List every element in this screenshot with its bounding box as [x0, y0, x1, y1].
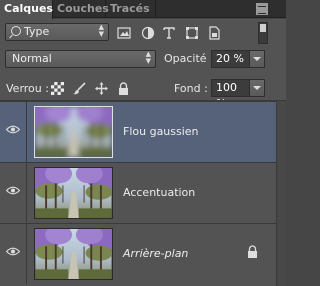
layer-name: Arrière-plan	[123, 247, 189, 260]
adjustment-filter-icon[interactable]	[141, 26, 155, 40]
layers-panel: Type ▲ ▼ Normal ▲ ▼ Opacité : 20 % Verrou …	[0, 19, 286, 286]
tab-calques[interactable]: Calques	[0, 0, 53, 19]
shape-filter-icon[interactable]	[185, 26, 199, 40]
select-arrows-icon: ▲ ▼	[145, 50, 151, 65]
layer-row-accentuation[interactable]: Accentuation	[0, 162, 276, 223]
blend-mode-value: Normal	[12, 52, 52, 65]
layers-scrollbar[interactable]	[276, 101, 286, 286]
tab-traces[interactable]: Tracés	[106, 0, 156, 18]
layer-row-flou-gaussien[interactable]: Flou gaussien	[0, 101, 276, 162]
visibility-column	[0, 224, 27, 284]
eye-icon[interactable]	[6, 186, 20, 195]
text-filter-icon[interactable]	[162, 26, 176, 40]
tab-couches[interactable]: Couches	[53, 0, 109, 18]
search-icon	[11, 26, 21, 36]
eye-icon[interactable]	[6, 125, 20, 134]
filter-toggle-knob	[260, 24, 266, 32]
lock-icon	[248, 245, 257, 258]
layer-thumbnail	[34, 228, 113, 280]
smart-object-filter-icon[interactable]	[207, 26, 221, 40]
fill-label: Fond :	[174, 82, 208, 95]
fill-input[interactable]: 100 %	[211, 79, 250, 110]
layer-name: Flou gaussien	[123, 125, 199, 138]
layer-name: Accentuation	[123, 186, 196, 199]
lock-position-icon[interactable]	[95, 82, 108, 95]
filter-toggle-switch[interactable]	[258, 22, 268, 44]
visibility-column	[0, 102, 27, 162]
lock-all-icon[interactable]	[117, 82, 130, 95]
opacity-dropdown-button[interactable]	[250, 50, 265, 68]
layer-row-arriere-plan[interactable]: Arrière-plan	[0, 223, 276, 284]
opacity-label: Opacité :	[164, 52, 214, 65]
lock-transparency-icon[interactable]	[51, 82, 64, 95]
eye-icon[interactable]	[6, 247, 20, 256]
filter-kind-select[interactable]: Type ▲ ▼	[5, 23, 109, 41]
select-arrows-icon: ▲ ▼	[98, 23, 104, 38]
fill-dropdown-button[interactable]	[250, 79, 265, 97]
visibility-column	[0, 163, 27, 223]
layer-thumbnail	[34, 167, 113, 219]
panel-tab-bar: Calques Couches Tracés	[0, 0, 286, 19]
filter-kind-label: Type	[24, 25, 50, 38]
lock-image-icon[interactable]	[73, 82, 86, 95]
layer-thumbnail	[34, 106, 113, 158]
panel-menu-icon[interactable]	[256, 3, 268, 15]
blend-mode-select[interactable]: Normal ▲ ▼	[5, 50, 156, 68]
image-filter-icon[interactable]	[117, 26, 131, 40]
lock-label: Verrou :	[6, 82, 49, 95]
opacity-input[interactable]: 20 %	[211, 50, 250, 68]
